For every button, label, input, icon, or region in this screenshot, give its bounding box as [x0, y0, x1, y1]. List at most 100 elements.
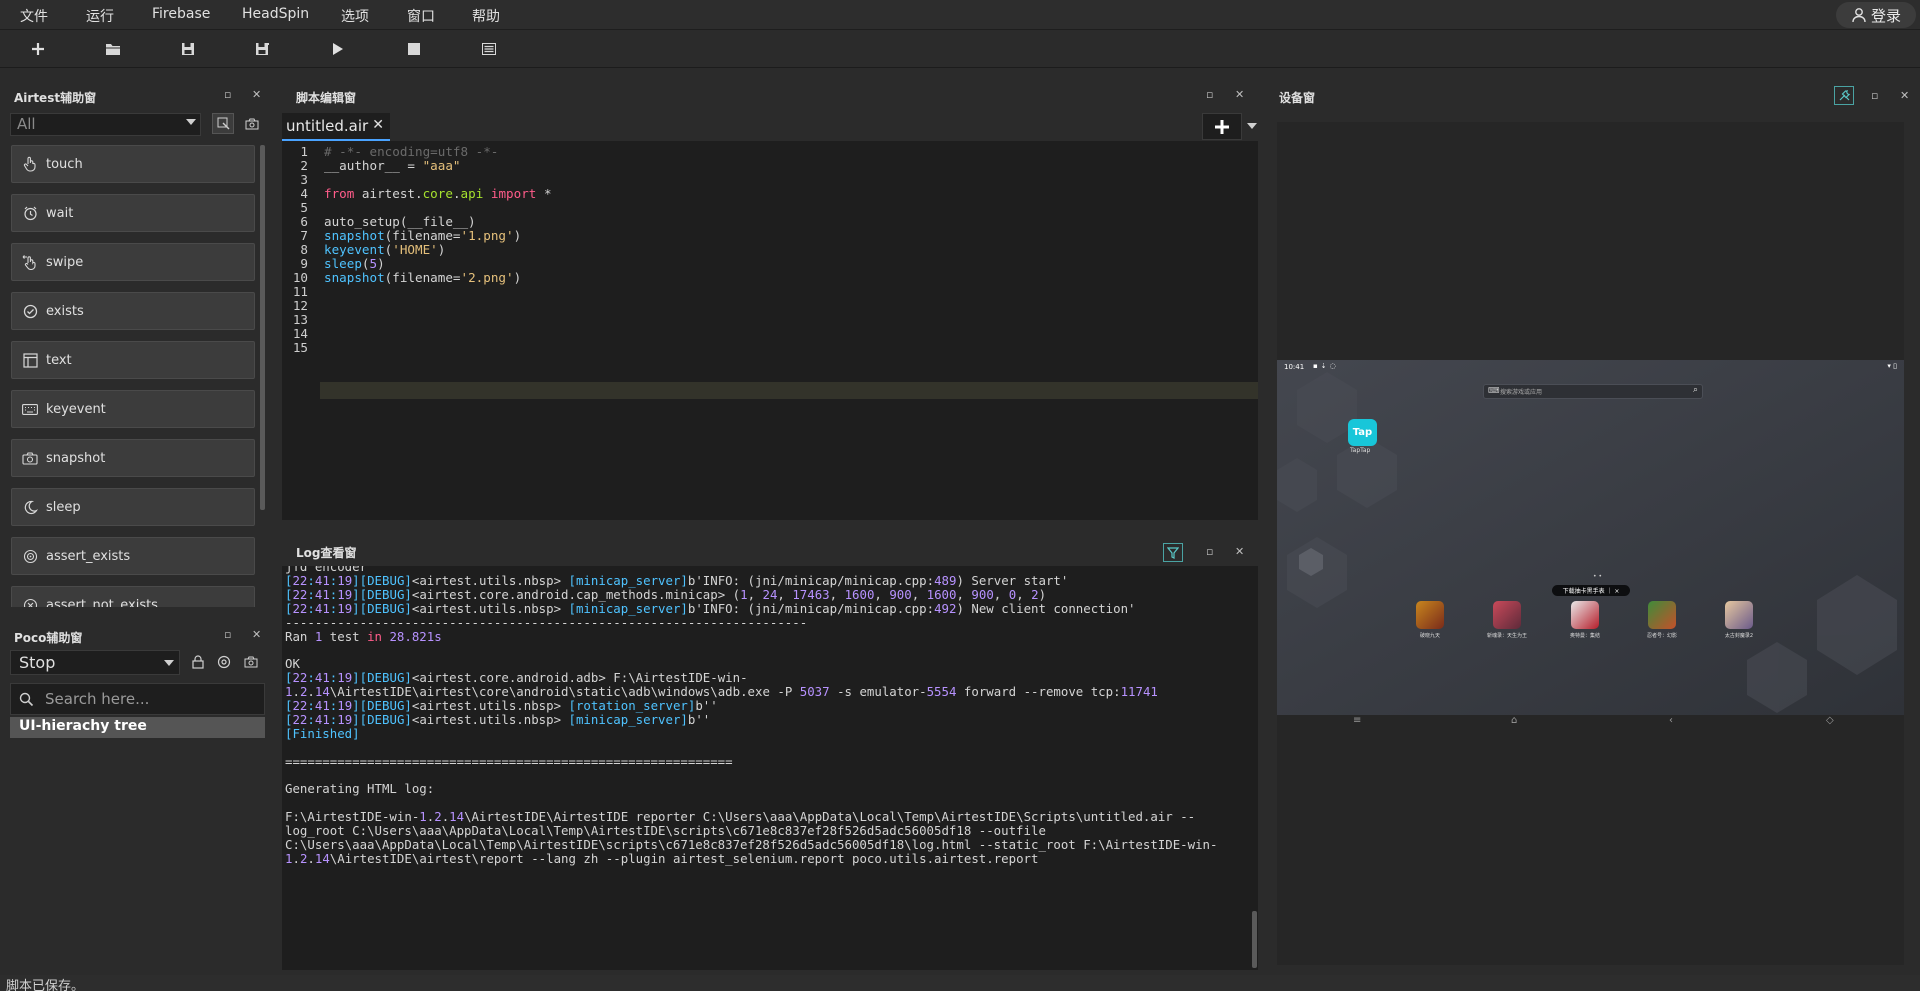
refresh-icon[interactable] [214, 651, 234, 673]
rotate-icon[interactable]: ◇ [1826, 715, 1834, 726]
log-view-icon[interactable] [479, 39, 499, 59]
poco-search-input[interactable] [45, 688, 255, 710]
line-number: 13 [292, 312, 308, 327]
filter-icon[interactable] [1163, 543, 1183, 562]
dock-app-4-name: 忍者号：幻影 [1646, 633, 1677, 639]
device-search-placeholder: 搜索游戏或应用 [1500, 389, 1543, 396]
tab-untitled-air[interactable]: untitled.air ✕ [282, 113, 390, 141]
airtest-filter-select[interactable]: All [10, 113, 201, 136]
assert-exists-button[interactable]: assert_exists [11, 537, 255, 575]
camera-icon[interactable] [241, 651, 261, 673]
keyboard-icon [21, 403, 39, 415]
device-search-bar[interactable]: ⌨ 搜索游戏或应用 ⌕ [1483, 384, 1703, 399]
run-icon[interactable] [328, 39, 348, 59]
save-icon[interactable] [178, 39, 198, 59]
status-time: 10:41 [1284, 363, 1305, 371]
swipe-button[interactable]: swipe [11, 243, 255, 281]
close-icon[interactable]: ✕ [1235, 88, 1244, 101]
keyevent-button[interactable]: keyevent [11, 390, 255, 428]
close-icon[interactable]: ✕ [252, 628, 261, 641]
target-icon [21, 549, 39, 564]
log-scrollbar[interactable] [1252, 911, 1257, 968]
login-label: 登录 [1870, 6, 1901, 25]
dock-app-2[interactable] [1493, 601, 1521, 629]
wait-button[interactable]: wait [11, 194, 255, 232]
float-icon[interactable]: ▫ [1871, 89, 1878, 102]
chevron-down-icon[interactable] [1247, 123, 1257, 129]
chevron-down-icon [164, 660, 174, 666]
menu-icon[interactable]: ≡ [1353, 715, 1361, 726]
close-icon[interactable]: ✕ [252, 88, 261, 101]
menu-firebase[interactable]: Firebase [152, 6, 210, 22]
close-icon[interactable]: ✕ [372, 117, 384, 133]
snapshot-button[interactable]: snapshot [11, 439, 255, 477]
close-icon[interactable]: ✕ [1235, 545, 1244, 558]
text-button[interactable]: text [11, 341, 255, 379]
code-line: snapshot(filename='2.png') [324, 270, 522, 285]
taptap-app-icon[interactable]: Tap [1348, 419, 1377, 446]
log-output[interactable]: jfd encoder [22:41:19][DEBUG]<airtest.uti… [282, 566, 1258, 970]
exists-button[interactable]: exists [11, 292, 255, 330]
log-panel-title: Log查看窗 [296, 546, 357, 560]
current-line-highlight [320, 382, 1258, 399]
touch-button[interactable]: touch [11, 145, 255, 183]
record-icon[interactable] [212, 113, 234, 134]
swipe-label: swipe [46, 254, 84, 270]
open-folder-icon[interactable] [103, 39, 123, 59]
menu-window[interactable]: 窗口 [407, 6, 435, 26]
menu-options[interactable]: 选项 [341, 6, 369, 26]
ui-hierarchy-tree-root[interactable]: UI-hierachy tree [10, 717, 265, 738]
device-nav-bar: ≡ ⌂ ‹ ◇ [1277, 715, 1904, 729]
dock-app-3[interactable] [1571, 601, 1599, 629]
airtest-scrollbar[interactable] [260, 145, 265, 510]
poco-mode-select[interactable]: Stop [10, 650, 180, 675]
sleep-button[interactable]: sleep [11, 488, 255, 526]
device-panel-title: 设备窗 [1279, 91, 1316, 105]
close-icon[interactable]: ✕ [1900, 89, 1909, 102]
device-screen[interactable]: 10:41 ▪⇣◌ ▾ ▯ ⌨ 搜索游戏或应用 ⌕ Tap TapTap • •… [1277, 360, 1904, 715]
login-button[interactable]: 登录 [1836, 2, 1916, 28]
float-icon[interactable]: ▫ [1206, 88, 1213, 101]
sleep-label: sleep [46, 499, 81, 515]
line-number: 6 [300, 214, 308, 229]
log-line: OK [285, 656, 300, 672]
assert-not-exists-button[interactable]: assert_not_exists [11, 586, 255, 607]
menu-headspin[interactable]: HeadSpin [242, 6, 309, 22]
status-bar: 脚本已保存。 [0, 975, 1920, 991]
dock-app-5[interactable] [1725, 601, 1753, 629]
line-number: 2 [300, 158, 308, 173]
new-tab-button[interactable] [1202, 113, 1242, 140]
swipe-icon [21, 254, 39, 270]
menu-run[interactable]: 运行 [86, 6, 114, 26]
wait-label: wait [46, 205, 74, 221]
editor-panel-title: 脚本编辑窗 [296, 91, 357, 105]
screenshot-icon[interactable] [241, 113, 263, 134]
log-line: ----------------------------------------… [285, 614, 808, 630]
float-icon[interactable]: ▫ [224, 88, 231, 101]
stop-icon[interactable] [404, 39, 424, 59]
line-number: 5 [300, 200, 308, 215]
poco-search-field[interactable] [10, 683, 265, 715]
save-as-icon[interactable] [252, 39, 272, 59]
menu-file[interactable]: 文件 [20, 6, 48, 26]
lock-icon[interactable] [188, 651, 208, 673]
moon-icon [21, 500, 39, 515]
download-banner[interactable]: 下载抽卡黑手表 ｜ × [1552, 585, 1630, 596]
float-icon[interactable]: ▫ [224, 628, 231, 641]
tools-icon[interactable] [1834, 86, 1854, 105]
dock-app-4[interactable] [1648, 601, 1676, 629]
home-icon[interactable]: ⌂ [1511, 715, 1517, 726]
toolbar [0, 30, 1920, 68]
page-dots: • • [1593, 573, 1602, 580]
back-icon[interactable]: ‹ [1669, 715, 1673, 726]
dock-app-1[interactable] [1416, 601, 1444, 629]
line-number: 3 [300, 172, 308, 187]
float-icon[interactable]: ▫ [1206, 545, 1213, 558]
code-editor[interactable]: 1 # -*- encoding=utf8 -*- 2 __author__ = "a… [282, 141, 1258, 520]
menu-help[interactable]: 帮助 [472, 6, 500, 26]
download-banner-text: 下载抽卡黑手表 ｜ × [1562, 588, 1620, 595]
new-file-icon[interactable] [28, 39, 48, 59]
code-line: sleep(5) [324, 256, 385, 271]
touch-icon [21, 156, 39, 172]
touch-label: touch [46, 156, 83, 172]
